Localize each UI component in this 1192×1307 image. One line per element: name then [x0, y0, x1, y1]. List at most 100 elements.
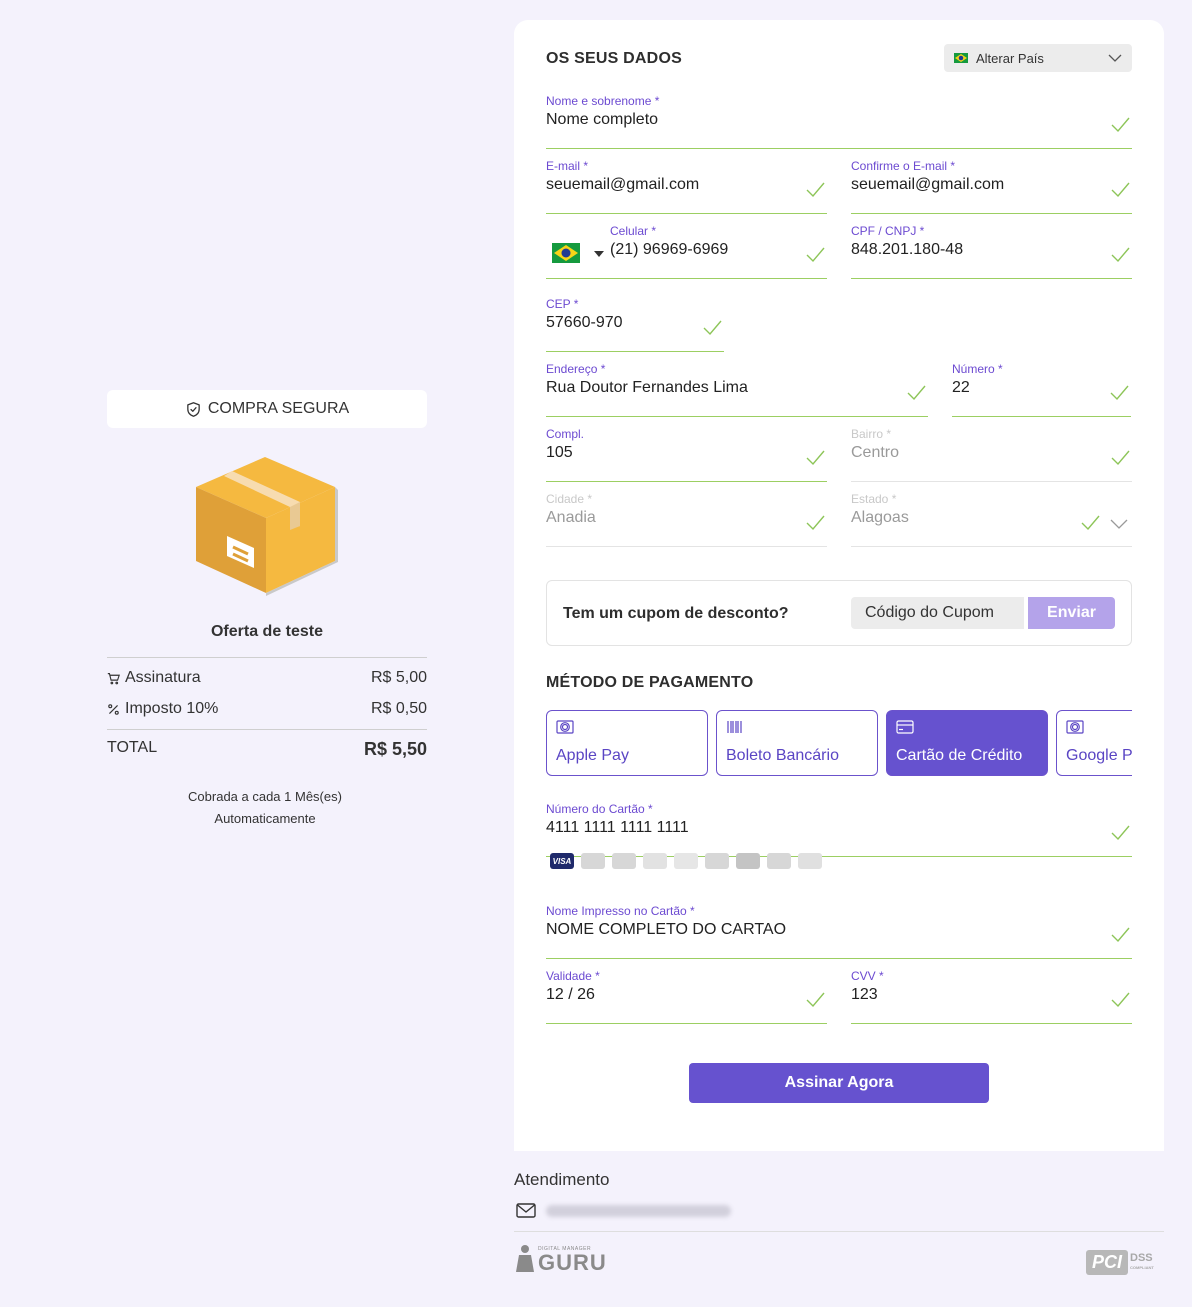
pci-label: PCI — [1086, 1250, 1129, 1275]
field-label: Nome e sobrenome * — [546, 94, 660, 108]
check-icon — [806, 182, 825, 198]
brazil-flag-icon — [954, 53, 968, 63]
change-country-label: Alterar País — [976, 50, 1044, 66]
field-label: Cidade * — [546, 492, 593, 506]
jcb-icon — [705, 853, 729, 869]
shield-check-icon — [187, 401, 200, 417]
email-field[interactable]: E-mail * seuemail@gmail.com — [546, 159, 827, 214]
field-value[interactable]: 22 — [952, 379, 970, 397]
check-icon — [703, 320, 722, 336]
field-value[interactable]: 848.201.180-48 — [851, 241, 963, 259]
check-icon — [1111, 117, 1130, 133]
item-price: R$ 5,00 — [370, 669, 427, 686]
check-icon — [806, 450, 825, 466]
support-email[interactable] — [516, 1203, 731, 1218]
cvv-field[interactable]: CVV * 123 — [851, 969, 1132, 1024]
item-label: Assinatura — [125, 669, 201, 686]
visa-icon: VISA — [550, 853, 574, 869]
field-value[interactable]: NOME COMPLETO DO CARTAO — [546, 921, 786, 939]
total-label: TOTAL — [107, 739, 158, 756]
check-icon — [806, 515, 825, 531]
field-value[interactable]: 12 / 26 — [546, 986, 595, 1004]
city-field: Cidade * Anadia — [546, 492, 827, 547]
checkout-form-card: OS SEUS DADOS Alterar País Nome e sobren… — [514, 20, 1164, 1151]
check-icon — [806, 992, 825, 1008]
payment-method-label: Apple Pay — [556, 747, 629, 764]
field-label: CVV * — [851, 969, 884, 983]
field-label: CPF / CNPJ * — [851, 224, 925, 238]
field-label: Nome Impresso no Cartão * — [546, 904, 695, 918]
expiry-field[interactable]: Validade * 12 / 26 — [546, 969, 827, 1024]
card-holder-name-field[interactable]: Nome Impresso no Cartão * NOME COMPLETO … — [546, 904, 1132, 959]
payment-method-credit-card[interactable]: Cartão de Crédito — [886, 710, 1048, 776]
country-code-caret-icon[interactable] — [594, 251, 604, 257]
field-value[interactable]: (21) 96969-6969 — [610, 241, 728, 259]
complement-field[interactable]: Compl. 105 — [546, 427, 827, 482]
subscribe-now-button[interactable]: Assinar Agora — [689, 1063, 989, 1103]
field-label: CEP * — [546, 297, 579, 311]
field-value[interactable]: seuemail@gmail.com — [546, 176, 699, 194]
change-country-dropdown[interactable]: Alterar País — [944, 44, 1132, 72]
field-value[interactable]: Rua Doutor Fernandes Lima — [546, 379, 748, 397]
payment-method-apple-pay[interactable]: Apple Pay — [546, 710, 708, 776]
cash-icon — [556, 720, 574, 734]
coupon-question: Tem um cupom de desconto? — [563, 605, 789, 622]
address-field[interactable]: Endereço * Rua Doutor Fernandes Lima — [546, 362, 928, 417]
aura-icon — [798, 853, 822, 869]
field-label: Validade * — [546, 969, 600, 983]
pci-dss-badge: PCI DSS COMPLIANT — [1086, 1250, 1154, 1275]
payment-method-google-pay[interactable]: Google Pay — [1056, 710, 1132, 776]
diners-icon — [643, 853, 667, 869]
field-label: Compl. — [546, 427, 585, 441]
divider — [107, 657, 427, 658]
card-brands: VISA — [550, 853, 822, 869]
field-value[interactable]: 105 — [546, 444, 573, 462]
payment-method-label: Google Pay — [1066, 747, 1132, 764]
section-title-payment: MÉTODO DE PAGAMENTO — [546, 674, 754, 691]
district-field: Bairro * Centro — [851, 427, 1132, 482]
divider — [107, 729, 427, 730]
full-name-field[interactable]: Nome e sobrenome * Nome completo — [546, 94, 1132, 149]
summary-item-tax: Imposto 10% R$ 0,50 — [107, 700, 427, 718]
secure-purchase-label: COMPRA SEGURA — [207, 400, 350, 417]
brazil-flag-icon[interactable] — [552, 243, 580, 263]
check-icon — [1111, 247, 1130, 263]
check-icon — [806, 247, 825, 263]
coupon-input[interactable]: Código do Cupom — [851, 597, 1024, 629]
field-value[interactable]: Nome completo — [546, 111, 658, 129]
cash-icon — [1066, 720, 1084, 734]
coupon-submit-button[interactable]: Enviar — [1028, 597, 1115, 629]
guru-wordmark: GURU — [538, 1250, 607, 1275]
check-icon — [1111, 450, 1130, 466]
cpf-cnpj-field[interactable]: CPF / CNPJ * 848.201.180-48 — [851, 224, 1132, 279]
field-value[interactable]: seuemail@gmail.com — [851, 176, 1004, 194]
field-label: Número * — [952, 362, 1003, 376]
confirm-email-field[interactable]: Confirme o E-mail * seuemail@gmail.com — [851, 159, 1132, 214]
dss-label: DSS — [1130, 1251, 1153, 1264]
check-icon — [907, 385, 926, 401]
field-value: Centro — [851, 444, 900, 461]
field-value[interactable]: 4111 1111 1111 1111 — [546, 819, 689, 837]
digital-manager-guru-logo: DIGITAL MANAGER GURU — [515, 1244, 607, 1274]
guru-figure-icon — [516, 1245, 534, 1272]
credit-card-icon — [896, 720, 914, 734]
field-value[interactable]: 123 — [851, 986, 878, 1004]
billing-frequency: Cobrada a cada 1 Mês(es) — [188, 789, 342, 804]
section-title-personal-data: OS SEUS DADOS — [546, 50, 682, 67]
secure-purchase-badge: COMPRA SEGURA — [107, 390, 427, 428]
elo-icon — [736, 853, 760, 869]
chevron-down-icon — [1110, 519, 1128, 529]
state-select: Estado * Alagoas — [851, 492, 1132, 547]
discover-icon — [674, 853, 698, 869]
address-number-field[interactable]: Número * 22 — [952, 362, 1131, 417]
divider — [514, 1231, 1164, 1232]
payment-methods: Apple Pay Boleto Bancário Cartão de Créd… — [546, 710, 1132, 776]
billing-info: Cobrada a cada 1 Mês(es) Automaticamente — [107, 786, 423, 830]
field-value[interactable]: 57660-970 — [546, 314, 623, 332]
payment-method-boleto[interactable]: Boleto Bancário — [716, 710, 878, 776]
cep-field[interactable]: CEP * 57660-970 — [546, 297, 724, 352]
card-number-field[interactable]: Número do Cartão * 4111 1111 1111 1111 — [546, 802, 1132, 857]
phone-field[interactable]: Celular * (21) 96969-6969 — [546, 224, 827, 279]
payment-method-label: Boleto Bancário — [726, 747, 839, 764]
check-icon — [1111, 992, 1130, 1008]
